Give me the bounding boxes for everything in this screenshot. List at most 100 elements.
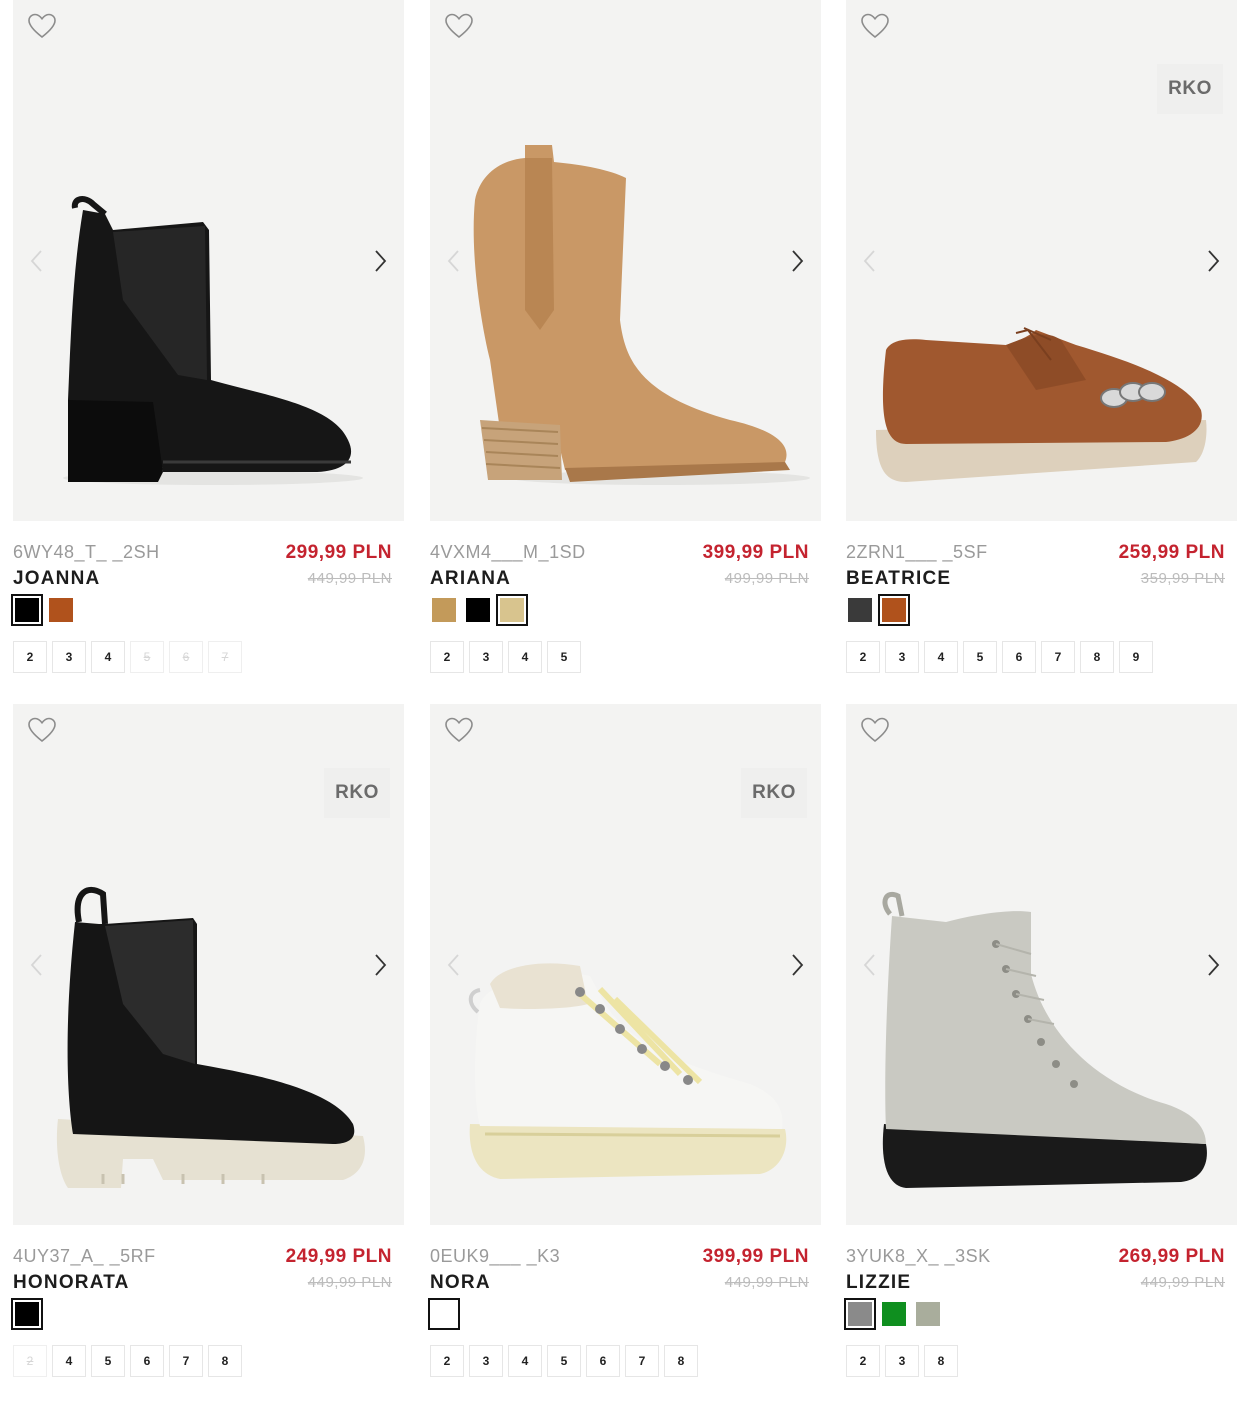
chevron-left-icon[interactable] <box>444 247 464 275</box>
size-option[interactable]: 3 <box>885 1345 919 1377</box>
color-swatch[interactable] <box>430 596 458 624</box>
product-name[interactable]: HONORATA <box>13 1272 130 1294</box>
color-swatch[interactable] <box>878 594 910 626</box>
size-option[interactable]: 4 <box>91 641 125 673</box>
chevron-right-icon[interactable] <box>1203 951 1223 979</box>
product-image[interactable] <box>430 0 821 521</box>
product-sku: 0EUK9___ _K3 <box>430 1246 561 1266</box>
product-image[interactable] <box>846 704 1237 1225</box>
product-price: 259,99 PLN <box>1118 542 1225 563</box>
size-option[interactable]: 2 <box>846 641 880 673</box>
size-option[interactable]: 8 <box>208 1345 242 1377</box>
size-option[interactable]: 4 <box>52 1345 86 1377</box>
color-swatch[interactable] <box>428 1298 460 1330</box>
product-name[interactable]: NORA <box>430 1272 491 1294</box>
product-image[interactable]: RKO <box>13 704 404 1225</box>
size-option[interactable]: 7 <box>169 1345 203 1377</box>
product-old-price: 499,99 PLN <box>724 570 809 587</box>
size-option[interactable]: 6 <box>586 1345 620 1377</box>
chevron-right-icon[interactable] <box>370 247 390 275</box>
product-price: 249,99 PLN <box>285 1246 392 1267</box>
product-sku: 4VXM4___M_1SD <box>430 542 586 562</box>
chevron-right-icon[interactable] <box>787 951 807 979</box>
size-option[interactable]: 3 <box>469 641 503 673</box>
chevron-right-icon[interactable] <box>1203 247 1223 275</box>
size-option[interactable]: 6 <box>1002 641 1036 673</box>
product-name[interactable]: LIZZIE <box>846 1272 911 1294</box>
chevron-left-icon[interactable] <box>860 951 880 979</box>
color-swatches <box>430 594 528 626</box>
brand-badge: RKO <box>741 768 807 818</box>
size-list: 238 <box>846 1345 958 1377</box>
size-option[interactable]: 3 <box>52 641 86 673</box>
size-option[interactable]: 8 <box>664 1345 698 1377</box>
color-swatch[interactable] <box>47 596 75 624</box>
product-sku: 6WY48_T_ _2SH <box>13 542 160 562</box>
product-price: 269,99 PLN <box>1118 1246 1225 1267</box>
heart-icon[interactable] <box>27 716 57 744</box>
size-option[interactable]: 4 <box>508 641 542 673</box>
size-option[interactable]: 7 <box>1041 641 1075 673</box>
size-option[interactable]: 4 <box>508 1345 542 1377</box>
product-old-price: 449,99 PLN <box>1140 1274 1225 1291</box>
shoe-image <box>430 0 821 521</box>
size-list: 234567 <box>13 641 242 673</box>
product-name[interactable]: ARIANA <box>430 568 511 590</box>
heart-icon[interactable] <box>860 716 890 744</box>
color-swatch[interactable] <box>914 1300 942 1328</box>
size-option[interactable]: 4 <box>924 641 958 673</box>
size-option: 7 <box>208 641 242 673</box>
color-swatch[interactable] <box>464 596 492 624</box>
size-option[interactable]: 9 <box>1119 641 1153 673</box>
heart-icon[interactable] <box>444 12 474 40</box>
product-image[interactable] <box>13 0 404 521</box>
color-swatch[interactable] <box>880 1300 908 1328</box>
chevron-right-icon[interactable] <box>787 247 807 275</box>
size-option[interactable]: 5 <box>547 1345 581 1377</box>
size-option[interactable]: 8 <box>1080 641 1114 673</box>
product-image[interactable]: RKO <box>430 704 821 1225</box>
size-option[interactable]: 2 <box>430 641 464 673</box>
chevron-left-icon[interactable] <box>444 951 464 979</box>
size-option[interactable]: 8 <box>924 1345 958 1377</box>
chevron-left-icon[interactable] <box>860 247 880 275</box>
color-swatch[interactable] <box>11 1298 43 1330</box>
product-name[interactable]: JOANNA <box>13 568 100 590</box>
product-image[interactable]: RKO <box>846 0 1237 521</box>
heart-icon[interactable] <box>860 12 890 40</box>
brand-badge: RKO <box>324 768 390 818</box>
chevron-left-icon[interactable] <box>27 247 47 275</box>
product-name[interactable]: BEATRICE <box>846 568 951 590</box>
size-option[interactable]: 2 <box>13 641 47 673</box>
size-option[interactable]: 5 <box>547 641 581 673</box>
product-grid: 6WY48_T_ _2SH JOANNA 299,99 PLN 449,99 PLN 2… <box>0 0 1250 1408</box>
chevron-right-icon[interactable] <box>370 951 390 979</box>
heart-icon[interactable] <box>27 12 57 40</box>
product-price: 299,99 PLN <box>285 542 392 563</box>
chevron-left-icon[interactable] <box>27 951 47 979</box>
size-option[interactable]: 2 <box>430 1345 464 1377</box>
product-price: 399,99 PLN <box>702 542 809 563</box>
product-sku: 3YUK8_X_ _3SK <box>846 1246 991 1266</box>
size-option: 6 <box>169 641 203 673</box>
size-option[interactable]: 3 <box>885 641 919 673</box>
size-list: 2345678 <box>430 1345 698 1377</box>
size-list: 23456789 <box>846 641 1153 673</box>
size-option: 5 <box>130 641 164 673</box>
size-option[interactable]: 5 <box>91 1345 125 1377</box>
size-option[interactable]: 5 <box>963 641 997 673</box>
color-swatches <box>428 1298 460 1330</box>
size-option[interactable]: 7 <box>625 1345 659 1377</box>
color-swatch[interactable] <box>844 1298 876 1330</box>
color-swatches <box>846 594 910 626</box>
size-option[interactable]: 2 <box>846 1345 880 1377</box>
heart-icon[interactable] <box>444 716 474 744</box>
product-sku: 4UY37_A_ _5RF <box>13 1246 156 1266</box>
color-swatch[interactable] <box>846 596 874 624</box>
product-sku: 2ZRN1___ _5SF <box>846 542 988 562</box>
color-swatch[interactable] <box>496 594 528 626</box>
size-option[interactable]: 6 <box>130 1345 164 1377</box>
brand-badge: RKO <box>1157 64 1223 114</box>
size-option[interactable]: 3 <box>469 1345 503 1377</box>
color-swatch[interactable] <box>11 594 43 626</box>
